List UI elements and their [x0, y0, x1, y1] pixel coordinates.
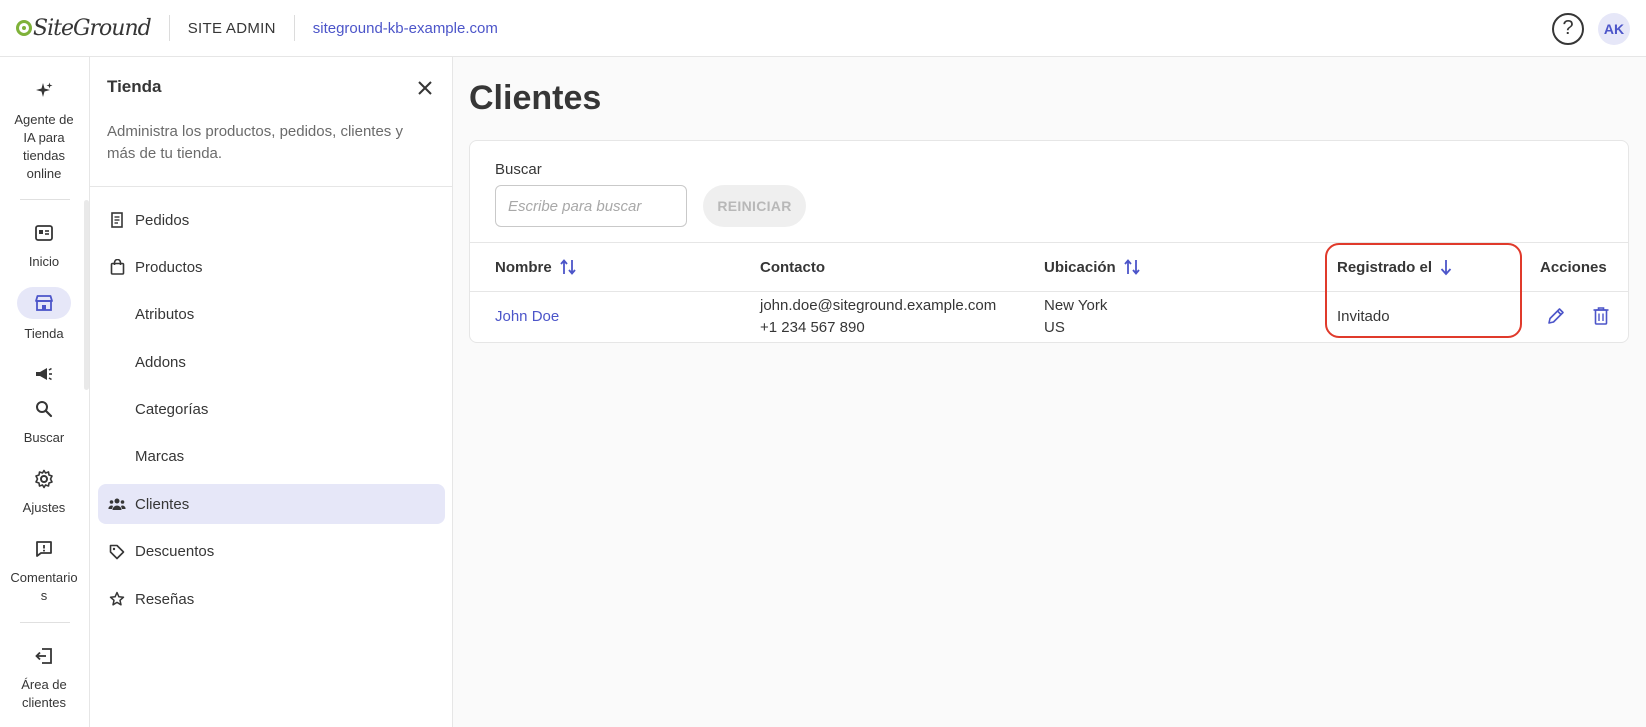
column-header-actions: Acciones — [1540, 243, 1607, 291]
rail-item-label: Inicio — [28, 254, 60, 269]
rail-item-label: Comentarios — [10, 570, 78, 603]
star-icon — [108, 590, 126, 608]
sort-both-icon — [560, 258, 576, 276]
main-content: Clientes Buscar REINICIAR Nombre Contact… — [454, 57, 1646, 727]
rail-item-buscar[interactable]: Buscar — [0, 395, 88, 447]
tag-icon — [108, 543, 126, 561]
rail-item-area-clientes[interactable]: Área de clientes — [0, 642, 88, 712]
brand-name: SiteGround — [33, 15, 152, 41]
nav-item-label: Descuentos — [135, 543, 215, 561]
search-icon — [35, 395, 53, 423]
panel-title: Tienda — [107, 77, 162, 96]
rail-item-tienda[interactable]: Tienda — [0, 287, 88, 343]
edit-customer-button[interactable] — [1545, 304, 1567, 328]
nav-item-resenas[interactable]: Reseñas — [98, 579, 445, 619]
close-icon — [418, 81, 432, 95]
customers-card: Buscar REINICIAR Nombre Contacto Ubicaci… — [469, 140, 1629, 343]
customer-contact: john.doe@siteground.example.com +1 234 5… — [760, 295, 996, 339]
highlight-annotation — [1325, 243, 1522, 338]
store-panel: Tienda Administra los productos, pedidos… — [90, 57, 453, 727]
nav-item-label: Clientes — [135, 495, 190, 513]
store-nav: Pedidos Productos Atributos Addons Categ… — [98, 200, 445, 627]
gear-icon — [34, 465, 54, 493]
help-button[interactable]: ? — [1552, 12, 1584, 45]
nav-item-label: Atributos — [135, 306, 195, 324]
rail-item-ai-agent[interactable]: Agente de IA para tiendas online — [0, 77, 88, 183]
nav-item-addons[interactable]: Addons — [98, 342, 445, 382]
left-rail: Agente de IA para tiendas online Inicio … — [0, 57, 90, 727]
nav-item-label: Categorías — [135, 401, 209, 419]
logo-mark-icon — [16, 20, 32, 36]
pencil-icon — [1548, 308, 1564, 324]
comment-alert-icon — [35, 535, 53, 563]
column-header-location[interactable]: Ubicación — [1044, 243, 1140, 291]
rail-item-ajustes[interactable]: Ajustes — [0, 465, 88, 517]
delete-customer-button[interactable] — [1590, 304, 1612, 328]
nav-item-marcas[interactable]: Marcas — [98, 437, 445, 477]
help-icon: ? — [1562, 17, 1574, 39]
column-label: Nombre — [495, 258, 552, 276]
rail-item-marketing[interactable] — [0, 360, 88, 394]
rail-item-label: Área de clientes — [21, 677, 67, 710]
column-label: Contacto — [760, 258, 825, 276]
column-label: Ubicación — [1044, 258, 1116, 276]
nav-item-productos[interactable]: Productos — [98, 247, 445, 287]
rail-scrollbar[interactable] — [84, 200, 89, 390]
exit-icon — [34, 642, 54, 670]
header-divider — [168, 15, 170, 41]
siteground-logo[interactable]: SiteGround — [16, 0, 152, 57]
search-label: Buscar — [495, 161, 542, 178]
top-bar: SiteGround SITE ADMIN siteground-kb-exam… — [0, 0, 1646, 57]
receipt-icon — [108, 211, 126, 229]
nav-item-pedidos[interactable]: Pedidos — [98, 200, 445, 240]
megaphone-icon — [34, 360, 54, 388]
users-icon — [108, 495, 126, 513]
nav-item-categorias[interactable]: Categorías — [98, 390, 445, 430]
rail-item-label: Ajustes — [22, 500, 66, 515]
rail-item-label: Tienda — [24, 326, 64, 341]
reset-button[interactable]: REINICIAR — [703, 185, 806, 227]
store-icon — [17, 287, 71, 319]
shopping-bag-icon — [108, 258, 126, 276]
column-header-contact: Contacto — [760, 243, 825, 291]
customer-city: New York — [1044, 297, 1108, 314]
panel-header: Tienda Administra los productos, pedidos… — [90, 57, 452, 187]
user-avatar[interactable]: AK — [1598, 12, 1630, 45]
column-label: Acciones — [1540, 258, 1607, 276]
customer-location: New York US — [1044, 295, 1107, 339]
search-input[interactable] — [495, 185, 687, 227]
close-panel-button[interactable] — [414, 77, 436, 99]
rail-divider — [20, 622, 70, 623]
customer-email: john.doe@siteground.example.com — [760, 297, 997, 314]
trash-icon — [1593, 307, 1609, 325]
customer-name-link[interactable]: John Doe — [495, 306, 559, 328]
dashboard-icon — [35, 219, 53, 247]
customer-phone: +1 234 567 890 — [760, 319, 865, 336]
rail-item-label: Agente de IA para tiendas online — [14, 112, 74, 181]
panel-description: Administra los productos, pedidos, clien… — [107, 123, 403, 162]
page-title: Clientes — [469, 79, 602, 117]
rail-item-comentarios[interactable]: Comentarios — [0, 535, 88, 605]
nav-item-label: Addons — [135, 353, 186, 371]
nav-item-label: Productos — [135, 258, 203, 276]
rail-divider — [20, 199, 70, 200]
nav-item-label: Reseñas — [135, 590, 195, 608]
column-header-name[interactable]: Nombre — [495, 243, 576, 291]
section-label: SITE ADMIN — [187, 19, 276, 37]
sort-both-icon — [1124, 258, 1140, 276]
rail-item-label: Buscar — [23, 430, 65, 445]
sparkles-icon — [34, 77, 54, 105]
nav-item-descuentos[interactable]: Descuentos — [98, 532, 445, 572]
nav-item-label: Marcas — [135, 448, 185, 466]
nav-item-label: Pedidos — [135, 211, 190, 229]
nav-item-clientes[interactable]: Clientes — [98, 484, 445, 525]
nav-item-atributos[interactable]: Atributos — [98, 295, 445, 335]
rail-item-inicio[interactable]: Inicio — [0, 219, 88, 271]
site-url-link[interactable]: siteground-kb-example.com — [313, 20, 498, 37]
header-divider — [293, 15, 295, 41]
customer-country: US — [1044, 319, 1065, 336]
